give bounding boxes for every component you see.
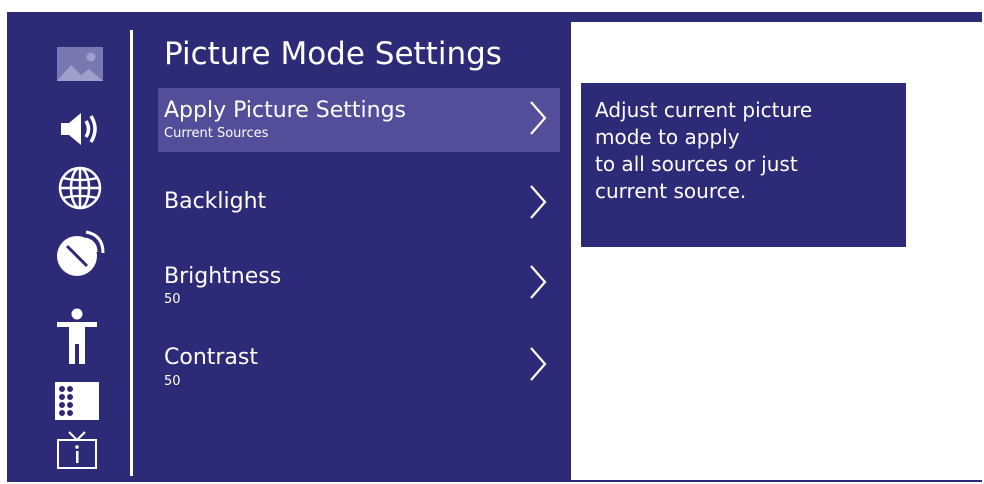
page-title: Picture Mode Settings [164, 36, 502, 72]
menu-item-sub: 50 [164, 374, 181, 389]
tv-settings-screen: Picture Mode Settings Apply Picture Sett… [0, 0, 984, 484]
menu-item-sub: Current Sources [164, 126, 269, 141]
info-box: Adjust current picture mode to apply to … [581, 83, 906, 247]
chevron-right-icon [530, 185, 547, 219]
menu-item-apply-picture-settings[interactable]: Apply Picture Settings Current Sources [158, 88, 560, 152]
menu-item-label: Apply Picture Settings [164, 98, 406, 123]
tv-info-icon[interactable] [53, 428, 107, 478]
info-text: Adjust current picture mode to apply to … [595, 98, 813, 203]
sidebar [7, 12, 130, 482]
accessibility-icon[interactable] [53, 306, 107, 370]
satellite-dish-icon[interactable] [53, 227, 107, 277]
menu-item-backlight[interactable]: Backlight [158, 172, 560, 232]
speaker-icon[interactable] [53, 104, 107, 154]
menu-item-label: Brightness [164, 264, 282, 289]
menu-item-contrast[interactable]: Contrast 50 [158, 334, 560, 394]
menu-item-brightness[interactable]: Brightness 50 [158, 252, 560, 312]
menu-item-label: Contrast [164, 345, 259, 370]
chevron-right-icon [530, 347, 547, 381]
chevron-right-icon [530, 101, 547, 135]
apps-grid-icon[interactable] [53, 378, 107, 428]
globe-icon[interactable] [53, 163, 107, 213]
chevron-right-icon [530, 265, 547, 299]
menu-item-label: Backlight [164, 189, 267, 214]
settings-menu: Picture Mode Settings Apply Picture Sett… [133, 12, 571, 482]
picture-icon[interactable] [53, 39, 107, 89]
menu-item-sub: 50 [164, 292, 181, 307]
